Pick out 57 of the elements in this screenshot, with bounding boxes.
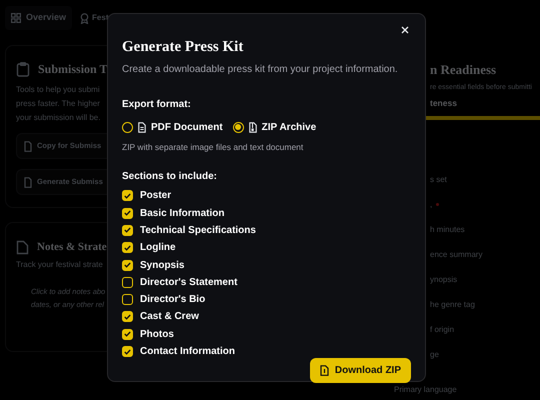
close-icon[interactable] bbox=[401, 26, 409, 34]
document-icon bbox=[138, 122, 146, 132]
card-title: Notes & Strate bbox=[37, 240, 107, 255]
requirement-text: h minutes bbox=[430, 224, 465, 236]
document-icon bbox=[16, 240, 29, 255]
requirement-text: ynopsis bbox=[430, 274, 458, 286]
checkbox-label: Basic Information bbox=[140, 206, 224, 221]
file-icon bbox=[24, 140, 32, 152]
checkbox[interactable] bbox=[122, 328, 133, 340]
requirement-text: f origin bbox=[430, 324, 454, 336]
dialog-title: Generate Press Kit bbox=[122, 38, 244, 57]
radio-button[interactable] bbox=[122, 122, 133, 132]
checkbox-label: Logline bbox=[140, 241, 176, 256]
clipboard-icon bbox=[16, 62, 30, 76]
checkbox[interactable] bbox=[122, 208, 133, 219]
checkbox-label: Director's Statement bbox=[140, 276, 238, 290]
tab[interactable]: Fest bbox=[80, 6, 108, 30]
radio-button[interactable] bbox=[232, 122, 244, 132]
checkbox[interactable] bbox=[122, 311, 133, 322]
grid-icon bbox=[11, 13, 21, 23]
checkbox[interactable] bbox=[122, 276, 133, 288]
award-icon bbox=[80, 12, 90, 24]
requirement-text: ence summary bbox=[430, 248, 482, 261]
archive-file-icon bbox=[248, 122, 257, 132]
card-description: Track your festival strate bbox=[16, 258, 103, 270]
checkbox-label: Cast & Crew bbox=[140, 310, 199, 324]
download-button[interactable]: Download ZIP bbox=[310, 358, 411, 384]
card-description: your submission will be. bbox=[16, 112, 100, 124]
progress-label: teness bbox=[430, 97, 458, 110]
checkbox[interactable] bbox=[122, 242, 133, 254]
checkbox-label: Synopsis bbox=[140, 258, 184, 273]
file-icon bbox=[24, 176, 32, 188]
checkbox-label: Photos bbox=[140, 328, 174, 342]
checkbox[interactable] bbox=[122, 224, 133, 236]
card-description: Tools to help you submi bbox=[16, 84, 100, 96]
requirement-text: , bbox=[430, 198, 432, 211]
checkbox[interactable] bbox=[122, 294, 133, 306]
requirement-text: ge bbox=[430, 348, 439, 361]
dialog-subtitle: Create a downloadable press kit from your project information. bbox=[122, 62, 399, 76]
requirement-text: Primary language bbox=[394, 384, 457, 396]
checkbox-label: Director's Bio bbox=[140, 293, 206, 308]
section-label: Export format: bbox=[122, 98, 192, 112]
file-icon bbox=[320, 365, 329, 376]
checkbox-label: Technical Specifications bbox=[140, 224, 256, 238]
card-title: Submission T bbox=[38, 61, 108, 78]
format-label: ZIP Archive bbox=[262, 120, 316, 134]
checkbox-label: Contact Information bbox=[140, 345, 235, 360]
checkbox[interactable] bbox=[122, 346, 133, 358]
format-label: PDF Document bbox=[151, 120, 223, 134]
checkbox[interactable] bbox=[122, 260, 133, 271]
requirement-text: s set bbox=[430, 174, 447, 186]
checkbox[interactable] bbox=[122, 190, 133, 202]
card-description: press faster. The higher bbox=[16, 98, 100, 110]
tab[interactable]: Overview bbox=[5, 6, 72, 30]
panel-title: n Readiness bbox=[430, 61, 498, 79]
checkbox-label: Poster bbox=[140, 189, 172, 204]
requirement-text: he genre tag bbox=[430, 298, 475, 311]
